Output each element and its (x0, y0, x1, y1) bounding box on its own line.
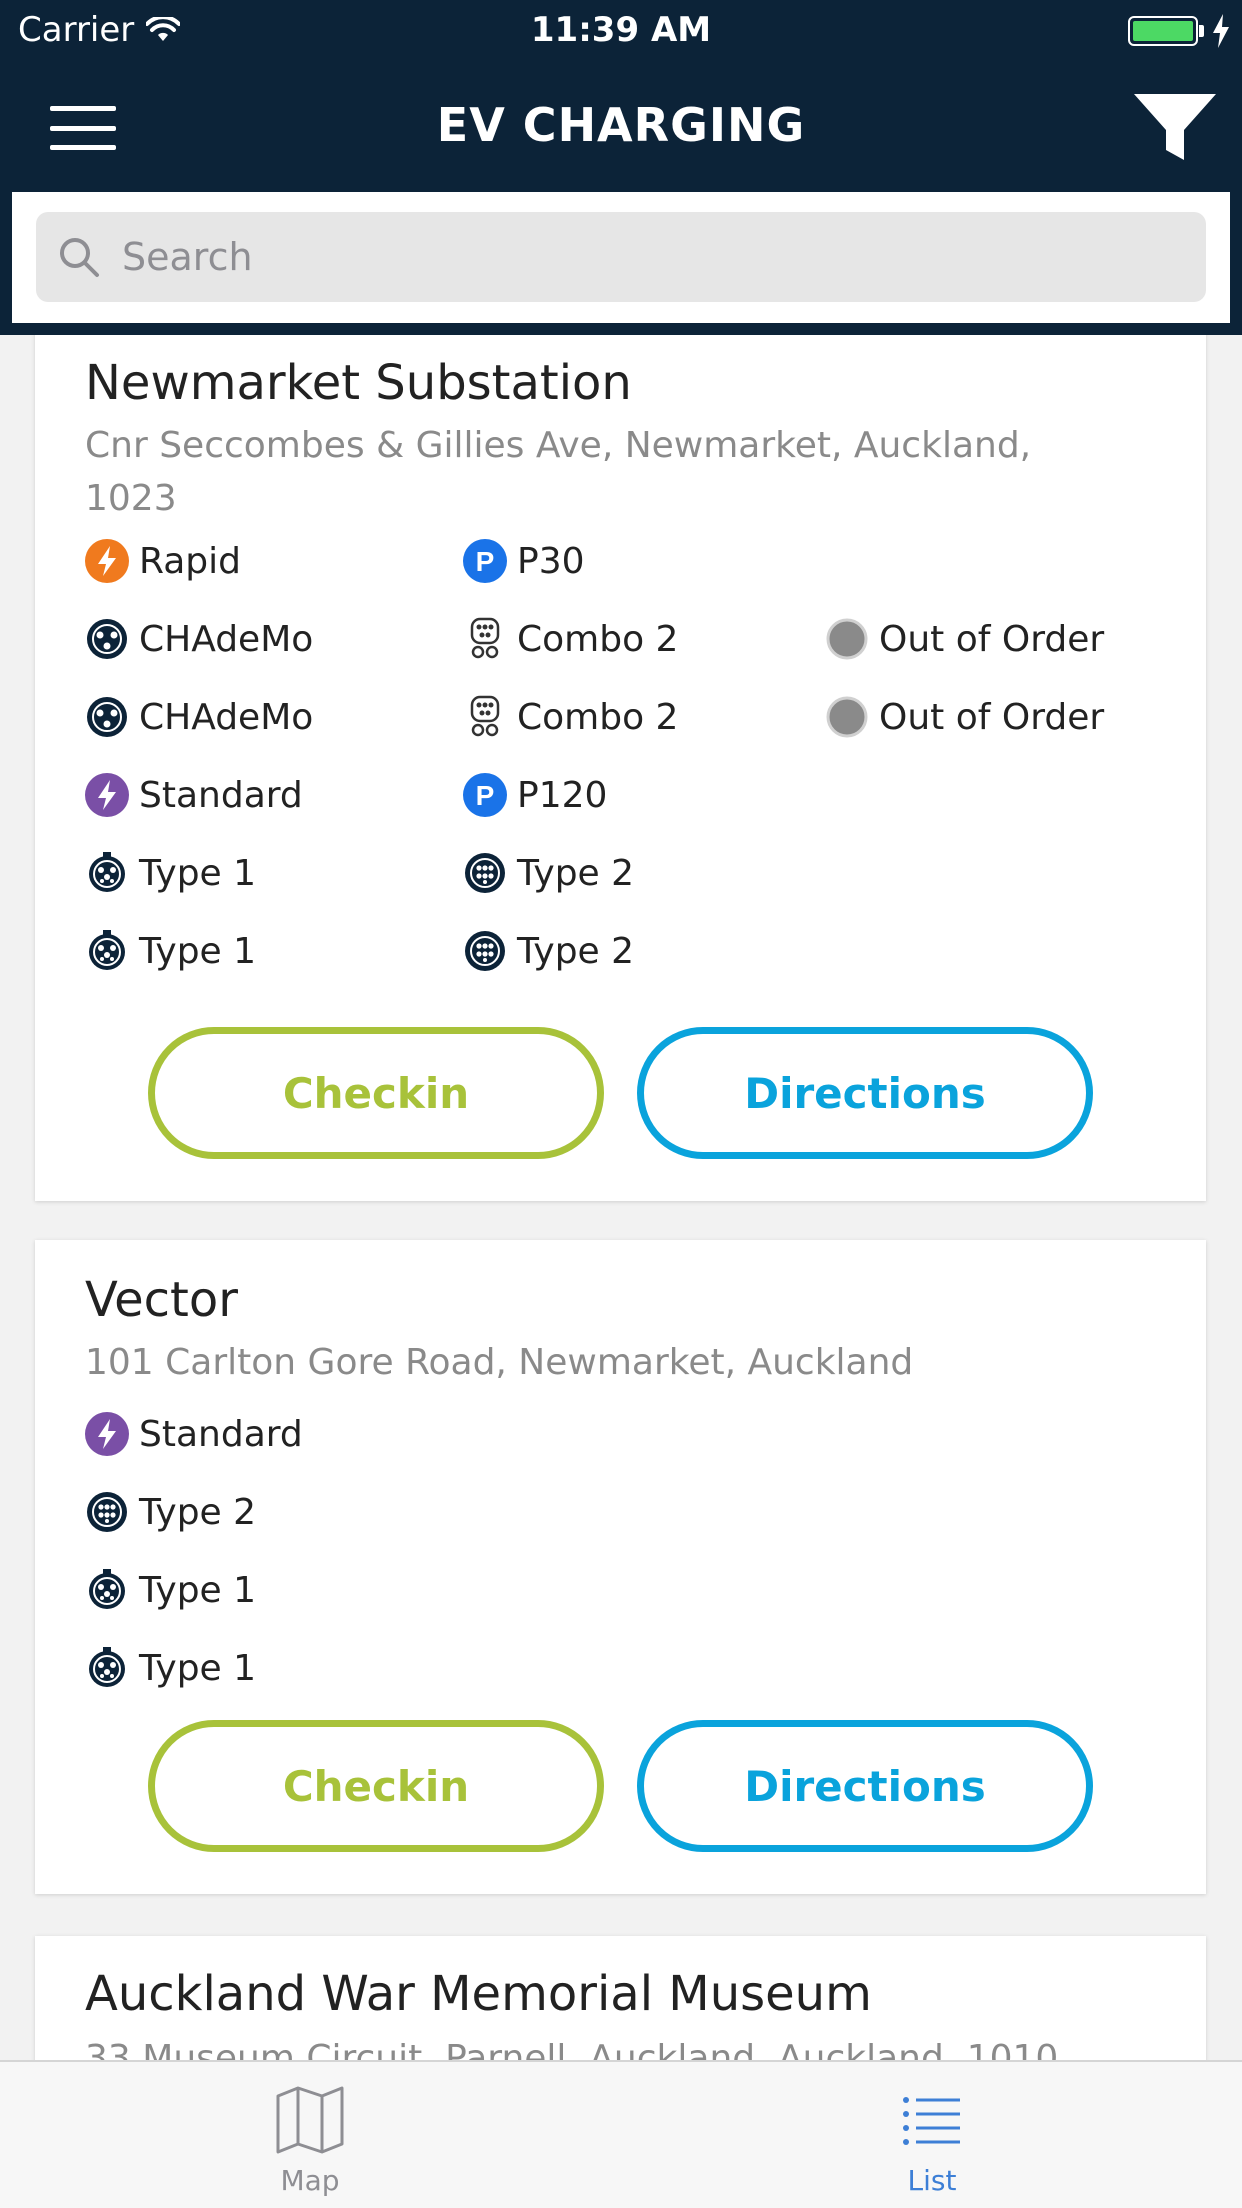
directions-button[interactable]: Directions (637, 1720, 1093, 1852)
feature-item: Type 2 (85, 1490, 256, 1534)
battery-tip (1199, 25, 1204, 37)
feature-item: Type 1 (85, 851, 256, 895)
feature-item: Standard (85, 1412, 303, 1456)
type2-connector-icon (465, 931, 505, 971)
feature-item: Type 2 (463, 929, 634, 973)
list-icon (903, 2097, 960, 2145)
station-card: Vector 101 Carlton Gore Road, Newmarket,… (35, 1240, 1206, 1894)
tab-map-label: Map (280, 2164, 340, 2197)
feature-item: CHAdeMo (85, 617, 313, 661)
checkin-button[interactable]: Checkin (148, 1027, 604, 1159)
feature-item: Combo 2 (463, 617, 678, 661)
feature-item: Type 1 (85, 1568, 256, 1612)
feature-item: Rapid (85, 539, 241, 583)
type1-connector-icon (89, 1647, 125, 1687)
feature-item: Standard (85, 773, 303, 817)
standard-bolt-icon (85, 773, 129, 817)
directions-button[interactable]: Directions (637, 1027, 1093, 1159)
svg-text:P: P (476, 780, 495, 811)
type1-connector-icon (89, 852, 125, 892)
station-name: Newmarket Substation (85, 355, 632, 411)
feature-item: CHAdeMo (85, 695, 313, 739)
nav-bar: EV CHARGING (0, 62, 1242, 192)
charging-bolt-icon (1213, 14, 1229, 48)
station-name: Vector (85, 1272, 238, 1328)
tab-bar: Map List (0, 2060, 1242, 2208)
search-input[interactable] (122, 235, 1022, 279)
combo2-connector-icon (470, 617, 500, 659)
chademo-connector-icon (87, 697, 127, 737)
out-of-order-dot-icon (826, 618, 868, 660)
type2-connector-icon (465, 853, 505, 893)
station-card: Auckland War Memorial Museum 33 Museum C… (35, 1936, 1206, 2060)
feature-item: Out of Order (825, 695, 1104, 739)
feature-item: P P120 (463, 773, 607, 817)
chademo-connector-icon (87, 619, 127, 659)
feature-item: Type 1 (85, 929, 256, 973)
battery-icon (1128, 16, 1198, 46)
search-bar-container (0, 192, 1242, 335)
station-name: Auckland War Memorial Museum (85, 1966, 872, 2022)
out-of-order-dot-icon (826, 696, 868, 738)
station-card: Newmarket Substation Cnr Seccombes & Gil… (35, 335, 1206, 1201)
combo2-connector-icon (470, 695, 500, 737)
station-address: Cnr Seccombes & Gillies Ave, Newmarket, … (85, 425, 1032, 519)
status-bar: Carrier 11:39 AM (0, 0, 1242, 62)
feature-item: P P30 (463, 539, 585, 583)
page-title: EV CHARGING (436, 98, 806, 152)
station-address: 101 Carlton Gore Road, Newmarket, Auckla… (85, 1342, 914, 1383)
feature-item: Type 2 (463, 851, 634, 895)
type2-connector-icon (87, 1492, 127, 1532)
svg-text:P: P (476, 546, 495, 577)
checkin-button[interactable]: Checkin (148, 1720, 604, 1852)
feature-item: Type 1 (85, 1646, 256, 1690)
standard-bolt-icon (85, 1412, 129, 1456)
tab-list[interactable]: List (782, 2062, 1082, 2208)
search-bar[interactable] (36, 212, 1206, 302)
feature-item: Out of Order (825, 617, 1104, 661)
station-list[interactable]: Newmarket Substation Cnr Seccombes & Gil… (0, 335, 1242, 2060)
rapid-bolt-icon (85, 539, 129, 583)
map-icon (276, 2086, 344, 2154)
tab-list-label: List (907, 2164, 957, 2197)
station-address: 33 Museum Circuit, Parnell, Auckland, Au… (85, 2038, 1059, 2060)
parking-icon: P (463, 773, 507, 817)
type1-connector-icon (89, 930, 125, 970)
status-time: 11:39 AM (530, 10, 712, 50)
search-icon (60, 238, 99, 277)
tab-map[interactable]: Map (160, 2062, 460, 2208)
feature-item: Combo 2 (463, 695, 678, 739)
filter-icon[interactable] (1132, 90, 1218, 166)
type1-connector-icon (89, 1569, 125, 1609)
parking-icon: P (463, 539, 507, 583)
